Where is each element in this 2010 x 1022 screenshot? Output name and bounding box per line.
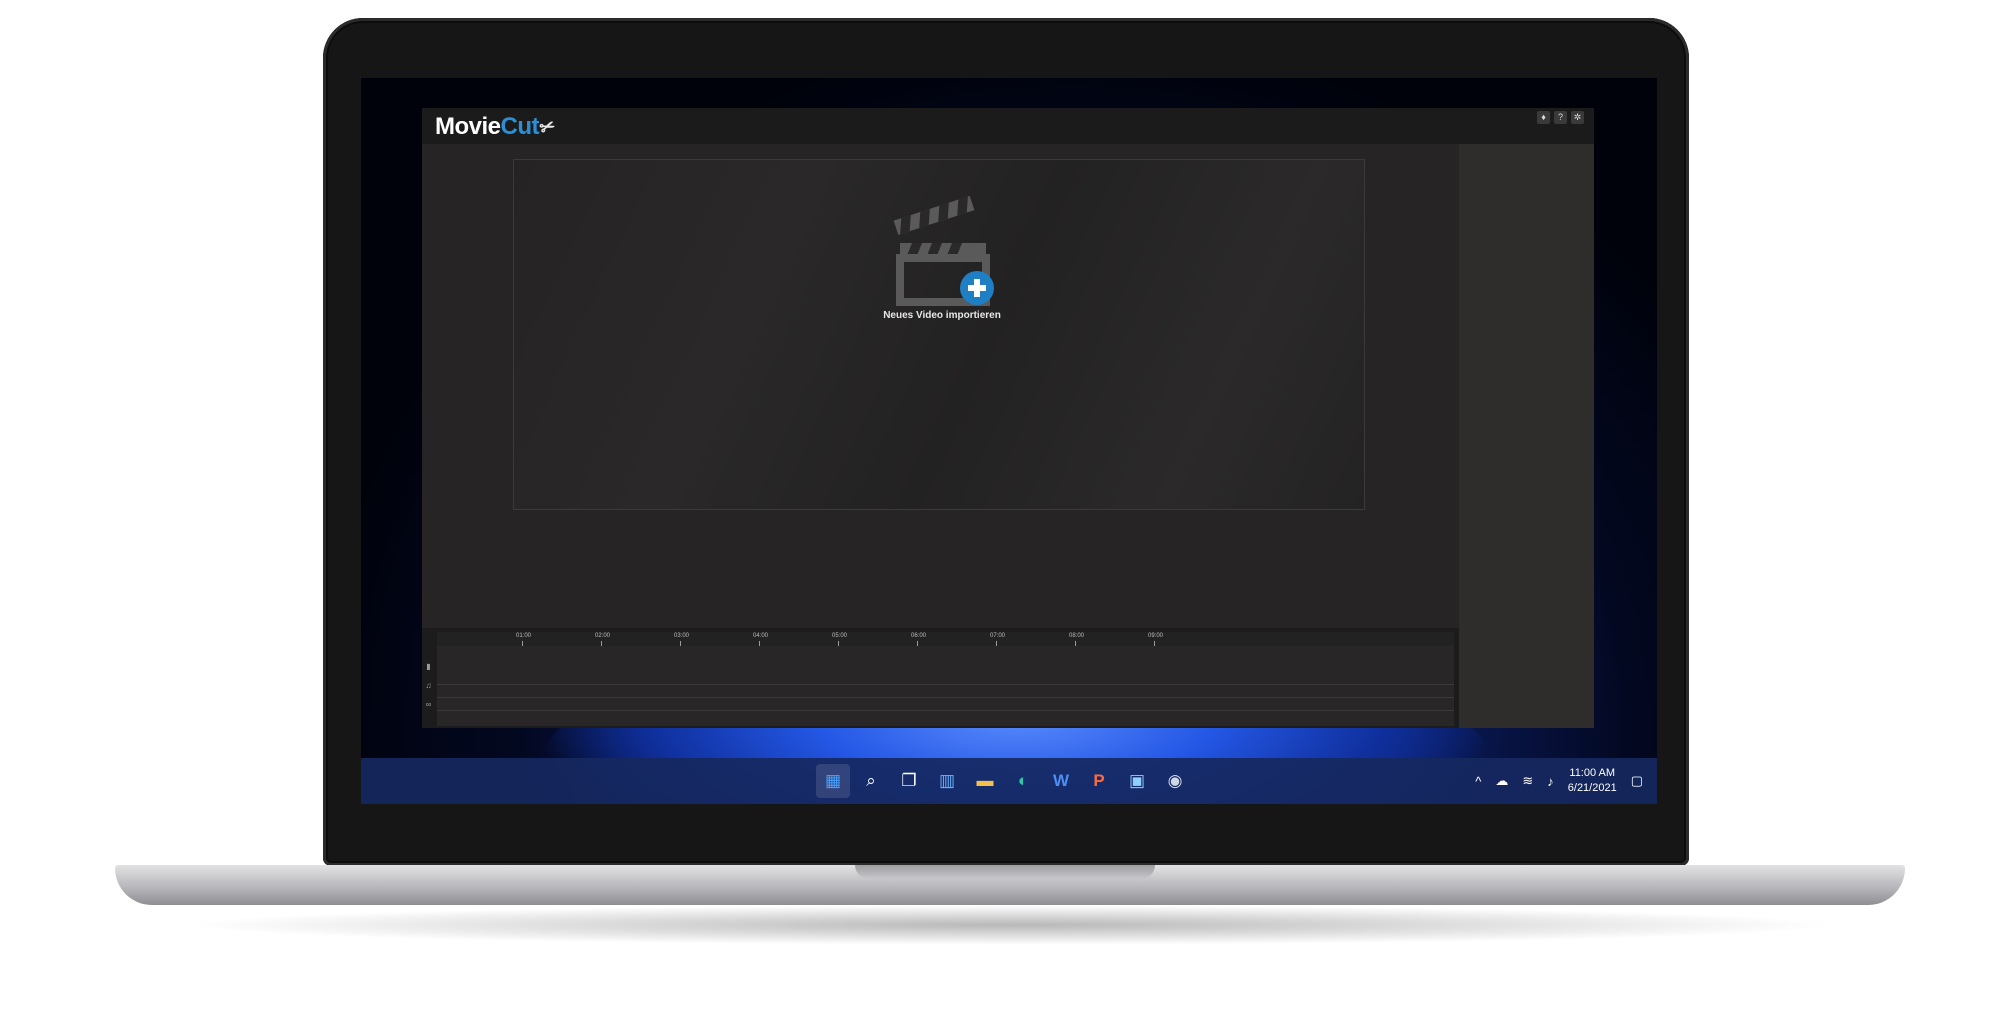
- store-button[interactable]: ▣: [1120, 764, 1154, 798]
- task-view-button[interactable]: ❐: [892, 764, 926, 798]
- search-button[interactable]: ⌕: [854, 764, 888, 798]
- clock-time: 11:00 AM: [1569, 767, 1616, 779]
- video-track-icon[interactable]: ▮: [424, 662, 433, 671]
- start-button[interactable]: ▦: [816, 764, 850, 798]
- cloud-icon[interactable]: ☁: [1495, 773, 1508, 789]
- window-buttons: ♦ ? ✲: [1537, 111, 1584, 124]
- logo-text-accent: Cut: [500, 113, 540, 140]
- wifi-icon[interactable]: ≋: [1522, 773, 1533, 789]
- gear-icon[interactable]: ✲: [1571, 111, 1584, 124]
- timeline-tracks[interactable]: [437, 646, 1454, 726]
- volume-icon[interactable]: ♪: [1547, 774, 1554, 789]
- clock-date: 6/21/2021: [1567, 782, 1617, 794]
- timeline-ruler[interactable]: 01:00 02:00 03:00 04:00 05:00 06:00 07:0…: [437, 632, 1454, 646]
- link-icon[interactable]: ∞: [424, 700, 433, 709]
- powerpoint-button[interactable]: P: [1082, 764, 1116, 798]
- steam-button[interactable]: ◉: [1158, 764, 1192, 798]
- word-button[interactable]: W: [1044, 764, 1078, 798]
- laptop-mockup: Movie Cut ✂ ♦ ? ✲ Neues Video importiere…: [0, 0, 2010, 1022]
- track-divider: [437, 697, 1454, 698]
- import-video-label: Neues Video importieren: [883, 310, 1001, 321]
- file-explorer-button[interactable]: ▬: [968, 764, 1002, 798]
- lightbulb-icon[interactable]: ♦: [1537, 111, 1550, 124]
- properties-panel: [1459, 144, 1594, 728]
- clapperboard-plus-icon: [893, 195, 994, 306]
- video-preview-area: Neues Video importieren: [513, 159, 1365, 510]
- windows-taskbar: ▦ ⌕ ❐ ▥ ▬ ◐ W P ▣ ◉ ^ ☁ ≋ ♪ 11:00 AM 6/2…: [361, 758, 1657, 804]
- moviecut-logo: Movie Cut ✂: [435, 113, 558, 141]
- track-icons: ▮ ♫ ∞: [424, 662, 433, 709]
- help-icon[interactable]: ?: [1554, 111, 1567, 124]
- taskbar-apps: ▦ ⌕ ❐ ▥ ▬ ◐ W P ▣ ◉: [816, 764, 1192, 798]
- laptop-screen: Movie Cut ✂ ♦ ? ✲ Neues Video importiere…: [361, 78, 1657, 804]
- audio-track-icon[interactable]: ♫: [424, 681, 433, 690]
- scissors-icon: ✂: [536, 114, 558, 139]
- chevron-up-icon[interactable]: ^: [1475, 774, 1481, 789]
- timeline: 01:00 02:00 03:00 04:00 05:00 06:00 07:0…: [422, 628, 1459, 728]
- clock[interactable]: 11:00 AM 6/21/2021: [1568, 766, 1617, 796]
- logo-text-main: Movie: [435, 113, 501, 140]
- track-divider: [437, 710, 1454, 711]
- laptop-base-notch: [855, 865, 1155, 879]
- import-video-button[interactable]: Neues Video importieren: [883, 188, 1001, 328]
- track-divider: [437, 684, 1454, 685]
- system-tray: ^ ☁ ≋ ♪ 11:00 AM 6/21/2021 ▢: [1475, 758, 1643, 804]
- moviecut-window: Movie Cut ✂ ♦ ? ✲ Neues Video importiere…: [422, 108, 1594, 728]
- title-bar: Movie Cut ✂ ♦ ? ✲: [422, 108, 1594, 144]
- notification-icon[interactable]: ▢: [1631, 773, 1643, 789]
- edge-button[interactable]: ◐: [1006, 764, 1040, 798]
- widgets-button[interactable]: ▥: [930, 764, 964, 798]
- laptop-shadow: [180, 905, 1840, 945]
